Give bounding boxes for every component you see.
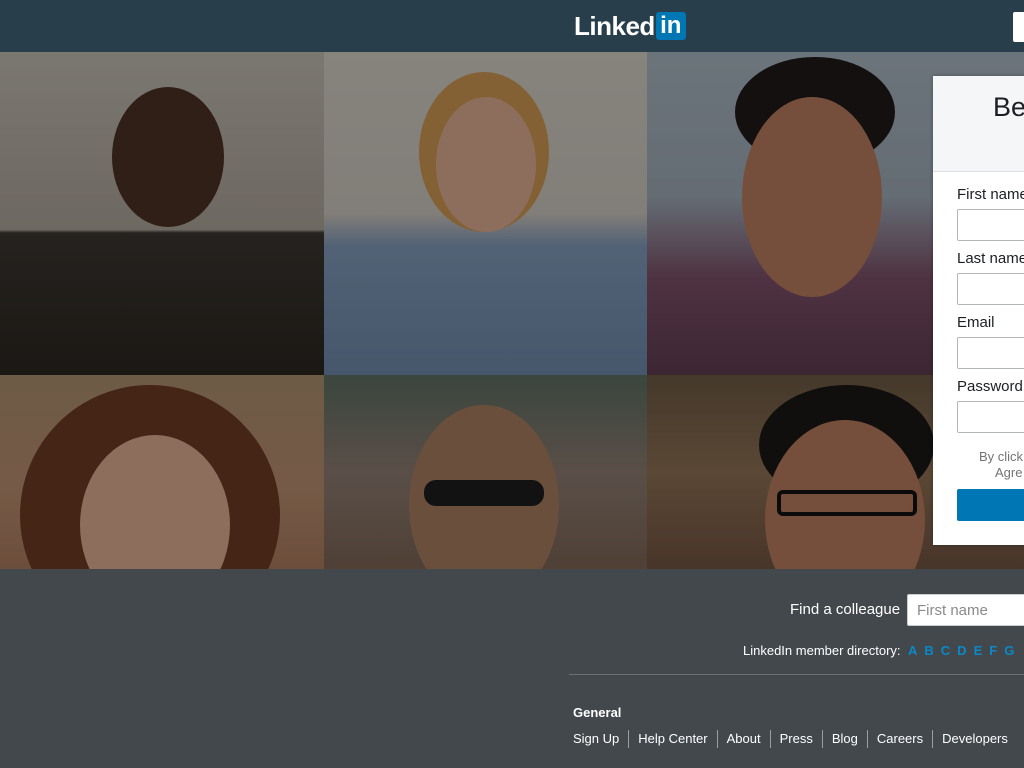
footer-links: Sign Up Help Center About Press Blog Car…	[573, 730, 1017, 748]
directory-letter-g[interactable]: G	[1004, 643, 1014, 658]
footer-divider	[569, 674, 1024, 675]
last-name-label: Last name	[957, 250, 1024, 267]
password-label: Password	[957, 378, 1023, 395]
top-navbar: Linked in	[0, 0, 1024, 52]
member-photo	[0, 52, 324, 375]
hero-photo-grid	[0, 52, 1024, 569]
password-input[interactable]	[957, 401, 1024, 433]
directory-letter-c[interactable]: C	[941, 643, 950, 658]
directory-letter-a[interactable]: A	[908, 643, 917, 658]
logo-in-badge: in	[655, 12, 686, 40]
footer-link-about[interactable]: About	[716, 730, 770, 748]
directory-letter-f[interactable]: F	[989, 643, 997, 658]
directory-letter-b[interactable]: B	[924, 643, 933, 658]
join-form-panel: Be First name Last name Email Password B…	[933, 76, 1024, 545]
email-input[interactable]	[957, 337, 1024, 369]
member-photo	[324, 52, 647, 375]
member-directory-label: LinkedIn member directory:	[743, 643, 901, 658]
terms-text-line1: By click	[979, 449, 1024, 464]
logo-wordmark: Linked	[574, 11, 655, 41]
directory-letter-e[interactable]: E	[974, 643, 983, 658]
linkedin-logo[interactable]: Linked in	[574, 11, 686, 41]
member-photo	[0, 375, 324, 569]
terms-text-line2: Agre	[995, 465, 1023, 480]
last-name-input[interactable]	[957, 273, 1024, 305]
first-name-label: First name	[957, 186, 1024, 203]
find-colleague-label: Find a colleague	[790, 601, 901, 618]
footer-link-help-center[interactable]: Help Center	[628, 730, 716, 748]
email-label: Email	[957, 314, 995, 331]
footer-link-careers[interactable]: Careers	[866, 730, 932, 748]
find-colleague-first-name-input[interactable]	[907, 594, 1024, 626]
member-photo	[324, 375, 647, 569]
first-name-input[interactable]	[957, 209, 1024, 241]
member-directory-letters: A B C D E F G	[908, 643, 1021, 658]
footer-general-heading: General	[573, 705, 622, 720]
footer-link-blog[interactable]: Blog	[821, 730, 867, 748]
footer-link-press[interactable]: Press	[769, 730, 822, 748]
directory-letter-d[interactable]: D	[957, 643, 966, 658]
join-now-button[interactable]	[957, 489, 1024, 521]
join-form-header: Be	[933, 76, 1024, 172]
join-form-title: Be	[993, 92, 1024, 122]
footer-link-developers[interactable]: Developers	[932, 730, 1017, 748]
footer-link-sign-up[interactable]: Sign Up	[573, 730, 628, 748]
signin-email-input[interactable]	[1013, 12, 1024, 42]
